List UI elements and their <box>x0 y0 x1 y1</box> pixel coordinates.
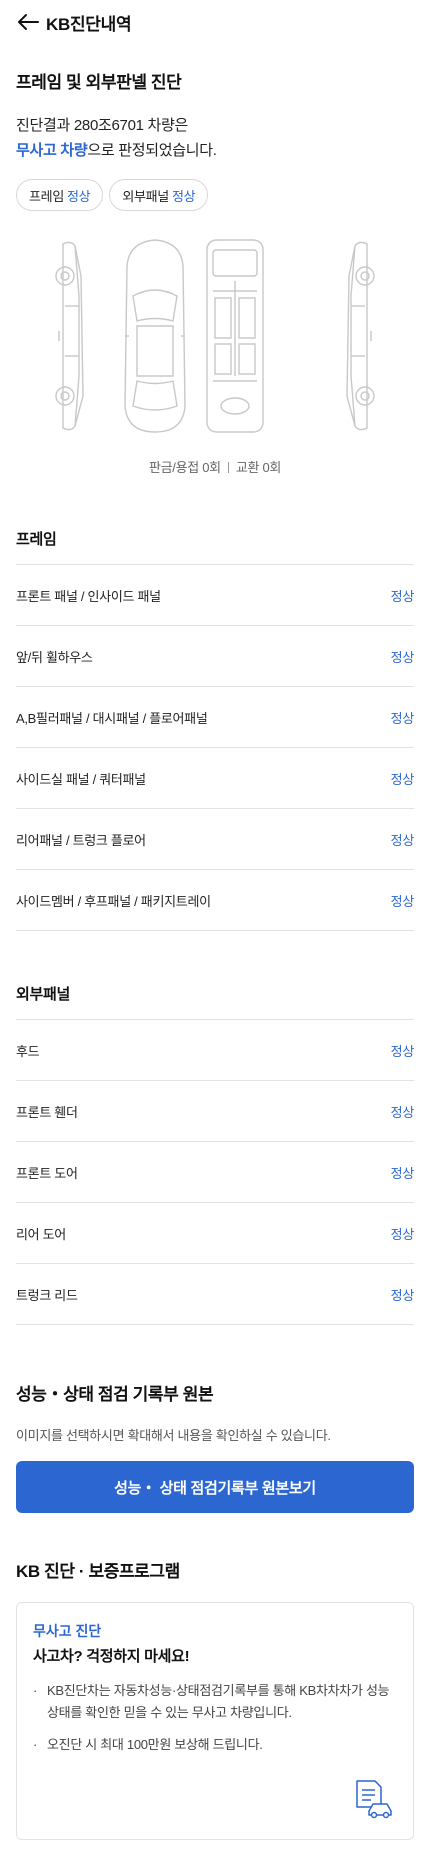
caption-divider <box>227 462 229 473</box>
row-status: 정상 <box>390 771 415 787</box>
list-item: A,B필러패널 / 대시패널 / 플로어패널 정상 <box>16 687 414 748</box>
chip-outer-panel: 외부패널 정상 <box>109 179 209 211</box>
row-status: 정상 <box>390 710 415 726</box>
view-original-record-button[interactable]: 성능・ 상태 점검기록부 원본보기 <box>16 1461 414 1513</box>
page: KB진단내역 프레임 및 외부판넬 진단 진단결과 280조6701 차량은 무… <box>0 0 430 1855</box>
list-item: 사이드멤버 / 후프패널 / 패키지트레이 정상 <box>16 870 414 931</box>
top-bar: KB진단내역 <box>0 0 430 44</box>
list-item: 프론트 패널 / 인사이드 패널 정상 <box>16 565 414 626</box>
list-item: · 오진단 시 최대 100만원 보상해 드립니다. <box>33 1734 397 1756</box>
row-label: 앞/뒤 휠하우스 <box>16 649 93 665</box>
program-bullets: · KB진단차는 자동차성능·상태점검기록부를 통해 KB차차차가 성능상태를 확… <box>33 1680 397 1756</box>
row-label: 리어 도어 <box>16 1226 66 1242</box>
car-top-view <box>124 239 186 433</box>
list-item: 트렁크 리드 정상 <box>16 1264 414 1325</box>
list-item: 앞/뒤 휠하우스 정상 <box>16 626 414 687</box>
bullet-text: 오진단 시 최대 100만원 보상해 드립니다. <box>47 1737 263 1752</box>
bullet-text: KB진단차는 자동차성능·상태점검기록부를 통해 KB차차차가 성능상태를 확인… <box>47 1683 390 1720</box>
row-label: 사이드멤버 / 후프패널 / 패키지트레이 <box>16 893 211 909</box>
outer-panel-title: 외부패널 <box>16 986 71 1003</box>
list-item: 프론트 도어 정상 <box>16 1142 414 1203</box>
row-status: 정상 <box>390 649 415 665</box>
row-status: 정상 <box>390 832 415 848</box>
page-title: KB진단내역 <box>46 14 132 34</box>
diagnosis-summary: 진단결과 280조6701 차량은 무사고 차량으로 판정되었습니다. <box>0 113 430 163</box>
list-item: 리어 도어 정상 <box>16 1203 414 1264</box>
car-right-side-view <box>346 241 375 431</box>
back-arrow-icon[interactable] <box>16 10 40 34</box>
chip-frame-status: 정상 <box>66 188 91 204</box>
list-item: 사이드실 패널 / 쿼터패널 정상 <box>16 748 414 809</box>
car-underbody-view <box>206 239 264 433</box>
status-chips: 프레임 정상 외부패널 정상 <box>0 179 430 211</box>
car-left-side-view <box>55 241 84 431</box>
chip-frame-label: 프레임 <box>29 188 64 204</box>
row-status: 정상 <box>390 1165 415 1181</box>
row-label: 프론트 도어 <box>16 1165 78 1181</box>
row-label: 사이드실 패널 / 쿼터패널 <box>16 771 146 787</box>
record-title: 성능・상태 점검 기록부 원본 <box>16 1385 214 1404</box>
chip-frame: 프레임 정상 <box>16 179 104 211</box>
summary-line-2: 무사고 차량으로 판정되었습니다. <box>16 138 414 163</box>
row-status: 정상 <box>390 1226 415 1242</box>
chip-outer-panel-status: 정상 <box>171 188 196 204</box>
row-label: 리어패널 / 트렁크 플로어 <box>16 832 146 848</box>
summary-line-2-rest: 으로 판정되었습니다. <box>87 142 217 159</box>
summary-line-1: 진단결과 280조6701 차량은 <box>16 117 189 134</box>
frame-list: 프론트 패널 / 인사이드 패널 정상 앞/뒤 휠하우스 정상 A,B필러패널 / … <box>16 564 414 931</box>
program-title: KB 진단 · 보증프로그램 <box>16 1562 180 1581</box>
row-label: 후드 <box>16 1043 40 1059</box>
row-label: 트렁크 리드 <box>16 1287 78 1303</box>
outer-panel-list: 후드 정상 프론트 휀더 정상 프론트 도어 정상 리어 도어 정상 트렁크 리드 정상 <box>16 1019 414 1325</box>
repair-count-caption: 판금/용접 0회 교환 0회 <box>0 457 430 476</box>
program-headline: 사고차? 걱정하지 마세요! <box>33 1648 190 1665</box>
row-status: 정상 <box>390 1043 415 1059</box>
list-item: 후드 정상 <box>16 1020 414 1081</box>
chip-outer-panel-label: 외부패널 <box>122 188 169 204</box>
list-item: 리어패널 / 트렁크 플로어 정상 <box>16 809 414 870</box>
row-status: 정상 <box>390 588 415 604</box>
warranty-program-card: 무사고 진단 사고차? 걱정하지 마세요! · KB진단차는 자동차성능·상태점검… <box>16 1602 414 1840</box>
row-label: 프론트 패널 / 인사이드 패널 <box>16 588 161 604</box>
row-status: 정상 <box>390 1287 415 1303</box>
no-accident-highlight: 무사고 차량 <box>16 142 88 159</box>
record-description: 이미지를 선택하시면 확대해서 내용을 확인하실 수 있습니다. <box>16 1428 331 1443</box>
row-status: 정상 <box>390 893 415 909</box>
car-outline-svg <box>55 239 375 433</box>
program-tag: 무사고 진단 <box>33 1623 102 1639</box>
bullet-dot: · <box>33 1737 38 1752</box>
row-label: 프론트 휀더 <box>16 1104 78 1120</box>
row-label: A,B필러패널 / 대시패널 / 플로어패널 <box>16 710 208 726</box>
list-item: 프론트 휀더 정상 <box>16 1081 414 1142</box>
replace-count: 교환 0회 <box>235 460 282 475</box>
list-item: · KB진단차는 자동차성능·상태점검기록부를 통해 KB차차차가 성능상태를 확… <box>33 1680 397 1724</box>
diagnosis-title: 프레임 및 외부판넬 진단 <box>16 73 182 92</box>
car-diagram <box>0 231 430 441</box>
repair-weld-count: 판금/용접 0회 <box>148 460 221 475</box>
frame-title: 프레임 <box>16 531 57 548</box>
bullet-dot: · <box>33 1683 38 1698</box>
row-status: 정상 <box>390 1104 415 1120</box>
document-car-icon <box>351 1777 395 1821</box>
